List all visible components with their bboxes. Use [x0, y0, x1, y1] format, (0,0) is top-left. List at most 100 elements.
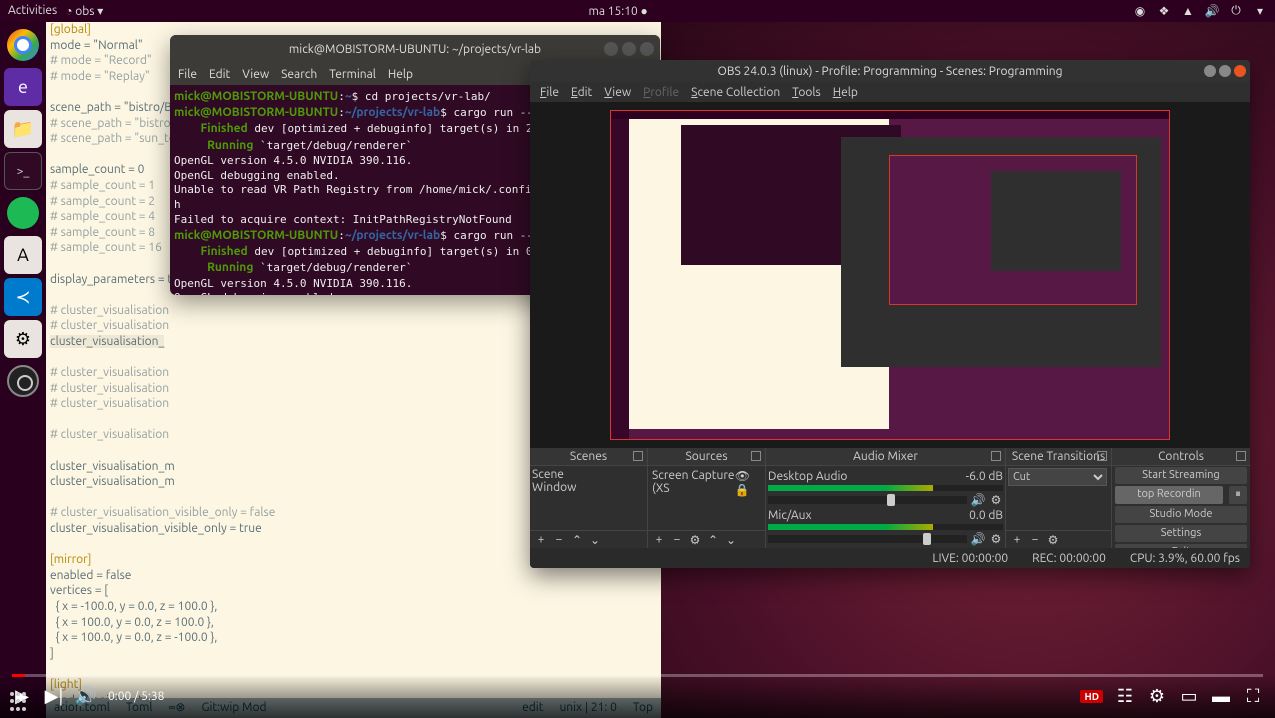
progress-bar[interactable]: [12, 674, 1263, 677]
obs-statusbar: LIVE: 00:00:00 REC: 00:00:00 CPU: 3.9%, …: [530, 548, 1250, 568]
gear-icon[interactable]: ⚙: [989, 532, 1003, 546]
gnome-topbar: Activities ◔ obs ▾ ma 15:10 ● ◉ ❖ ▲ 🔊 ⏻ …: [0, 0, 1275, 22]
up-icon[interactable]: ⌃: [706, 533, 720, 547]
maximize-icon[interactable]: [1219, 65, 1231, 77]
close-icon[interactable]: [1234, 65, 1246, 77]
obs-menu-edit[interactable]: Edit: [571, 86, 592, 99]
up-icon[interactable]: ⌃: [570, 533, 584, 547]
minimize-icon[interactable]: [604, 42, 618, 56]
obs-menu-profile[interactable]: Profile: [643, 86, 679, 99]
dock-software[interactable]: A: [4, 236, 42, 274]
settings-button[interactable]: Settings: [1115, 525, 1247, 542]
fullscreen-icon[interactable]: ⛶: [1243, 686, 1263, 706]
activities-button[interactable]: Activities: [8, 4, 57, 18]
controls-panel: Controls Start Streaming top Recordin ⏸ …: [1112, 448, 1250, 548]
dropbox-icon[interactable]: ❖: [1157, 4, 1171, 18]
minimize-icon[interactable]: [1204, 65, 1216, 77]
volume-icon[interactable]: 🔊: [1205, 4, 1219, 18]
add-icon[interactable]: +: [652, 533, 666, 547]
theater-icon[interactable]: ▬: [1211, 686, 1231, 706]
obs-panels: Scenes SceneWindow + − ⌃ ⌄ Sources Scree…: [530, 448, 1250, 548]
cpu-fps: CPU: 3.9%, 60.00 fps: [1130, 552, 1240, 565]
undock-icon[interactable]: [991, 451, 1001, 461]
app-menu[interactable]: ◔ obs ▾: [65, 4, 103, 18]
dock-chrome[interactable]: [4, 26, 42, 64]
undock-icon[interactable]: [751, 451, 761, 461]
mixer-track: Mic/Aux0.0 dB 🔊⚙: [768, 509, 1003, 546]
scenes-panel: Scenes SceneWindow + − ⌃ ⌄: [530, 448, 648, 548]
obs-menu-view[interactable]: View: [604, 86, 631, 99]
down-icon[interactable]: ⌄: [724, 533, 738, 547]
terminal-titlebar: mick@MOBISTORM-UBUNTU: ~/projects/vr-lab: [170, 35, 660, 63]
lock-icon[interactable]: 🔒: [735, 484, 750, 497]
captions-icon[interactable]: ☷: [1115, 686, 1135, 706]
gear-icon[interactable]: ⚙: [989, 493, 1003, 507]
preview-frame[interactable]: [610, 110, 1170, 440]
obs-window[interactable]: OBS 24.0.3 (linux) - Profile: Programmin…: [530, 60, 1250, 568]
obs-titlebar: OBS 24.0.3 (linux) - Profile: Programmin…: [530, 60, 1250, 82]
menu-help[interactable]: Help: [388, 68, 413, 81]
close-icon[interactable]: [640, 42, 654, 56]
menu-search[interactable]: Search: [281, 68, 317, 81]
menu-file[interactable]: File: [178, 68, 197, 81]
source-item[interactable]: Screen Capture (XS👁 🔒: [650, 468, 763, 498]
pause-recording-button[interactable]: ⏸: [1229, 486, 1247, 504]
add-icon[interactable]: +: [1010, 533, 1024, 547]
menu-edit[interactable]: Edit: [209, 68, 230, 81]
video-player-controls[interactable]: ▶ ▶| 🔊 0:00 / 5:38 HD ☷ ⚙ ▭ ▬ ⛶: [0, 674, 1275, 718]
live-time: LIVE: 00:00:00: [932, 552, 1008, 565]
obs-menu-scene-collection[interactable]: Scene Collection: [691, 86, 780, 99]
dock-obs[interactable]: [4, 362, 42, 400]
record-indicator-icon: ◉: [1133, 4, 1147, 18]
menu-terminal[interactable]: Terminal: [329, 68, 376, 81]
miniplayer-icon[interactable]: ▭: [1179, 686, 1199, 706]
chevron-down-icon[interactable]: ▾: [1253, 4, 1267, 18]
eye-icon[interactable]: 👁: [735, 470, 750, 483]
network-icon[interactable]: ▲: [1181, 4, 1195, 18]
studio-mode-button[interactable]: Studio Mode: [1115, 506, 1247, 523]
down-icon[interactable]: ⌄: [588, 533, 602, 547]
transition-select[interactable]: Cut: [1008, 468, 1107, 486]
audio-meter: [768, 524, 1003, 530]
undock-icon[interactable]: [1236, 451, 1246, 461]
sources-panel: Sources Screen Capture (XS👁 🔒 + − ⚙ ⌃ ⌄: [648, 448, 766, 548]
volume-slider[interactable]: [768, 496, 967, 504]
power-icon[interactable]: ⏻: [1229, 4, 1243, 18]
menu-view[interactable]: View: [242, 68, 269, 81]
add-icon[interactable]: +: [534, 533, 548, 547]
dock-vscode[interactable]: ≺: [4, 278, 42, 316]
dock: e 📁 >_ A ≺ ⚙: [0, 22, 46, 718]
maximize-icon[interactable]: [622, 42, 636, 56]
gear-icon[interactable]: ⚙: [1046, 533, 1060, 547]
clock[interactable]: ma 15:10 ●: [103, 4, 1133, 18]
next-icon[interactable]: ▶|: [44, 686, 64, 706]
mute-icon[interactable]: 🔊: [971, 532, 985, 546]
undock-icon[interactable]: [633, 451, 643, 461]
gear-icon[interactable]: ⚙: [1147, 686, 1167, 706]
remove-icon[interactable]: −: [1028, 533, 1042, 547]
obs-preview[interactable]: [530, 102, 1250, 448]
obs-menu-help[interactable]: Help: [833, 86, 858, 99]
scene-item[interactable]: Window: [532, 481, 645, 494]
obs-menu-file[interactable]: File: [540, 86, 559, 99]
scene-item[interactable]: Scene: [532, 468, 645, 481]
obs-menu-tools[interactable]: Tools: [792, 86, 821, 99]
volume-slider[interactable]: [768, 535, 967, 543]
mixer-track: Desktop Audio-6.0 dB 🔊⚙: [768, 470, 1003, 507]
undock-icon[interactable]: [1097, 451, 1107, 461]
dock-files[interactable]: 📁: [4, 110, 42, 148]
dock-spotify[interactable]: [4, 194, 42, 232]
gear-icon[interactable]: ⚙: [688, 533, 702, 547]
start-streaming-button[interactable]: Start Streaming: [1115, 467, 1247, 484]
mute-icon[interactable]: 🔊: [971, 493, 985, 507]
hd-badge[interactable]: HD: [1080, 690, 1103, 703]
apps-grid-icon[interactable]: [10, 692, 30, 712]
dock-terminal[interactable]: >_: [4, 152, 42, 190]
stop-recording-button[interactable]: top Recordin: [1115, 486, 1223, 504]
volume-icon[interactable]: 🔊: [76, 686, 96, 706]
remove-icon[interactable]: −: [552, 533, 566, 547]
dock-emacs[interactable]: e: [4, 68, 42, 106]
remove-icon[interactable]: −: [670, 533, 684, 547]
dock-tweaks[interactable]: ⚙: [4, 320, 42, 358]
obs-menubar[interactable]: File Edit View Profile Scene Collection Tools…: [530, 82, 1250, 102]
